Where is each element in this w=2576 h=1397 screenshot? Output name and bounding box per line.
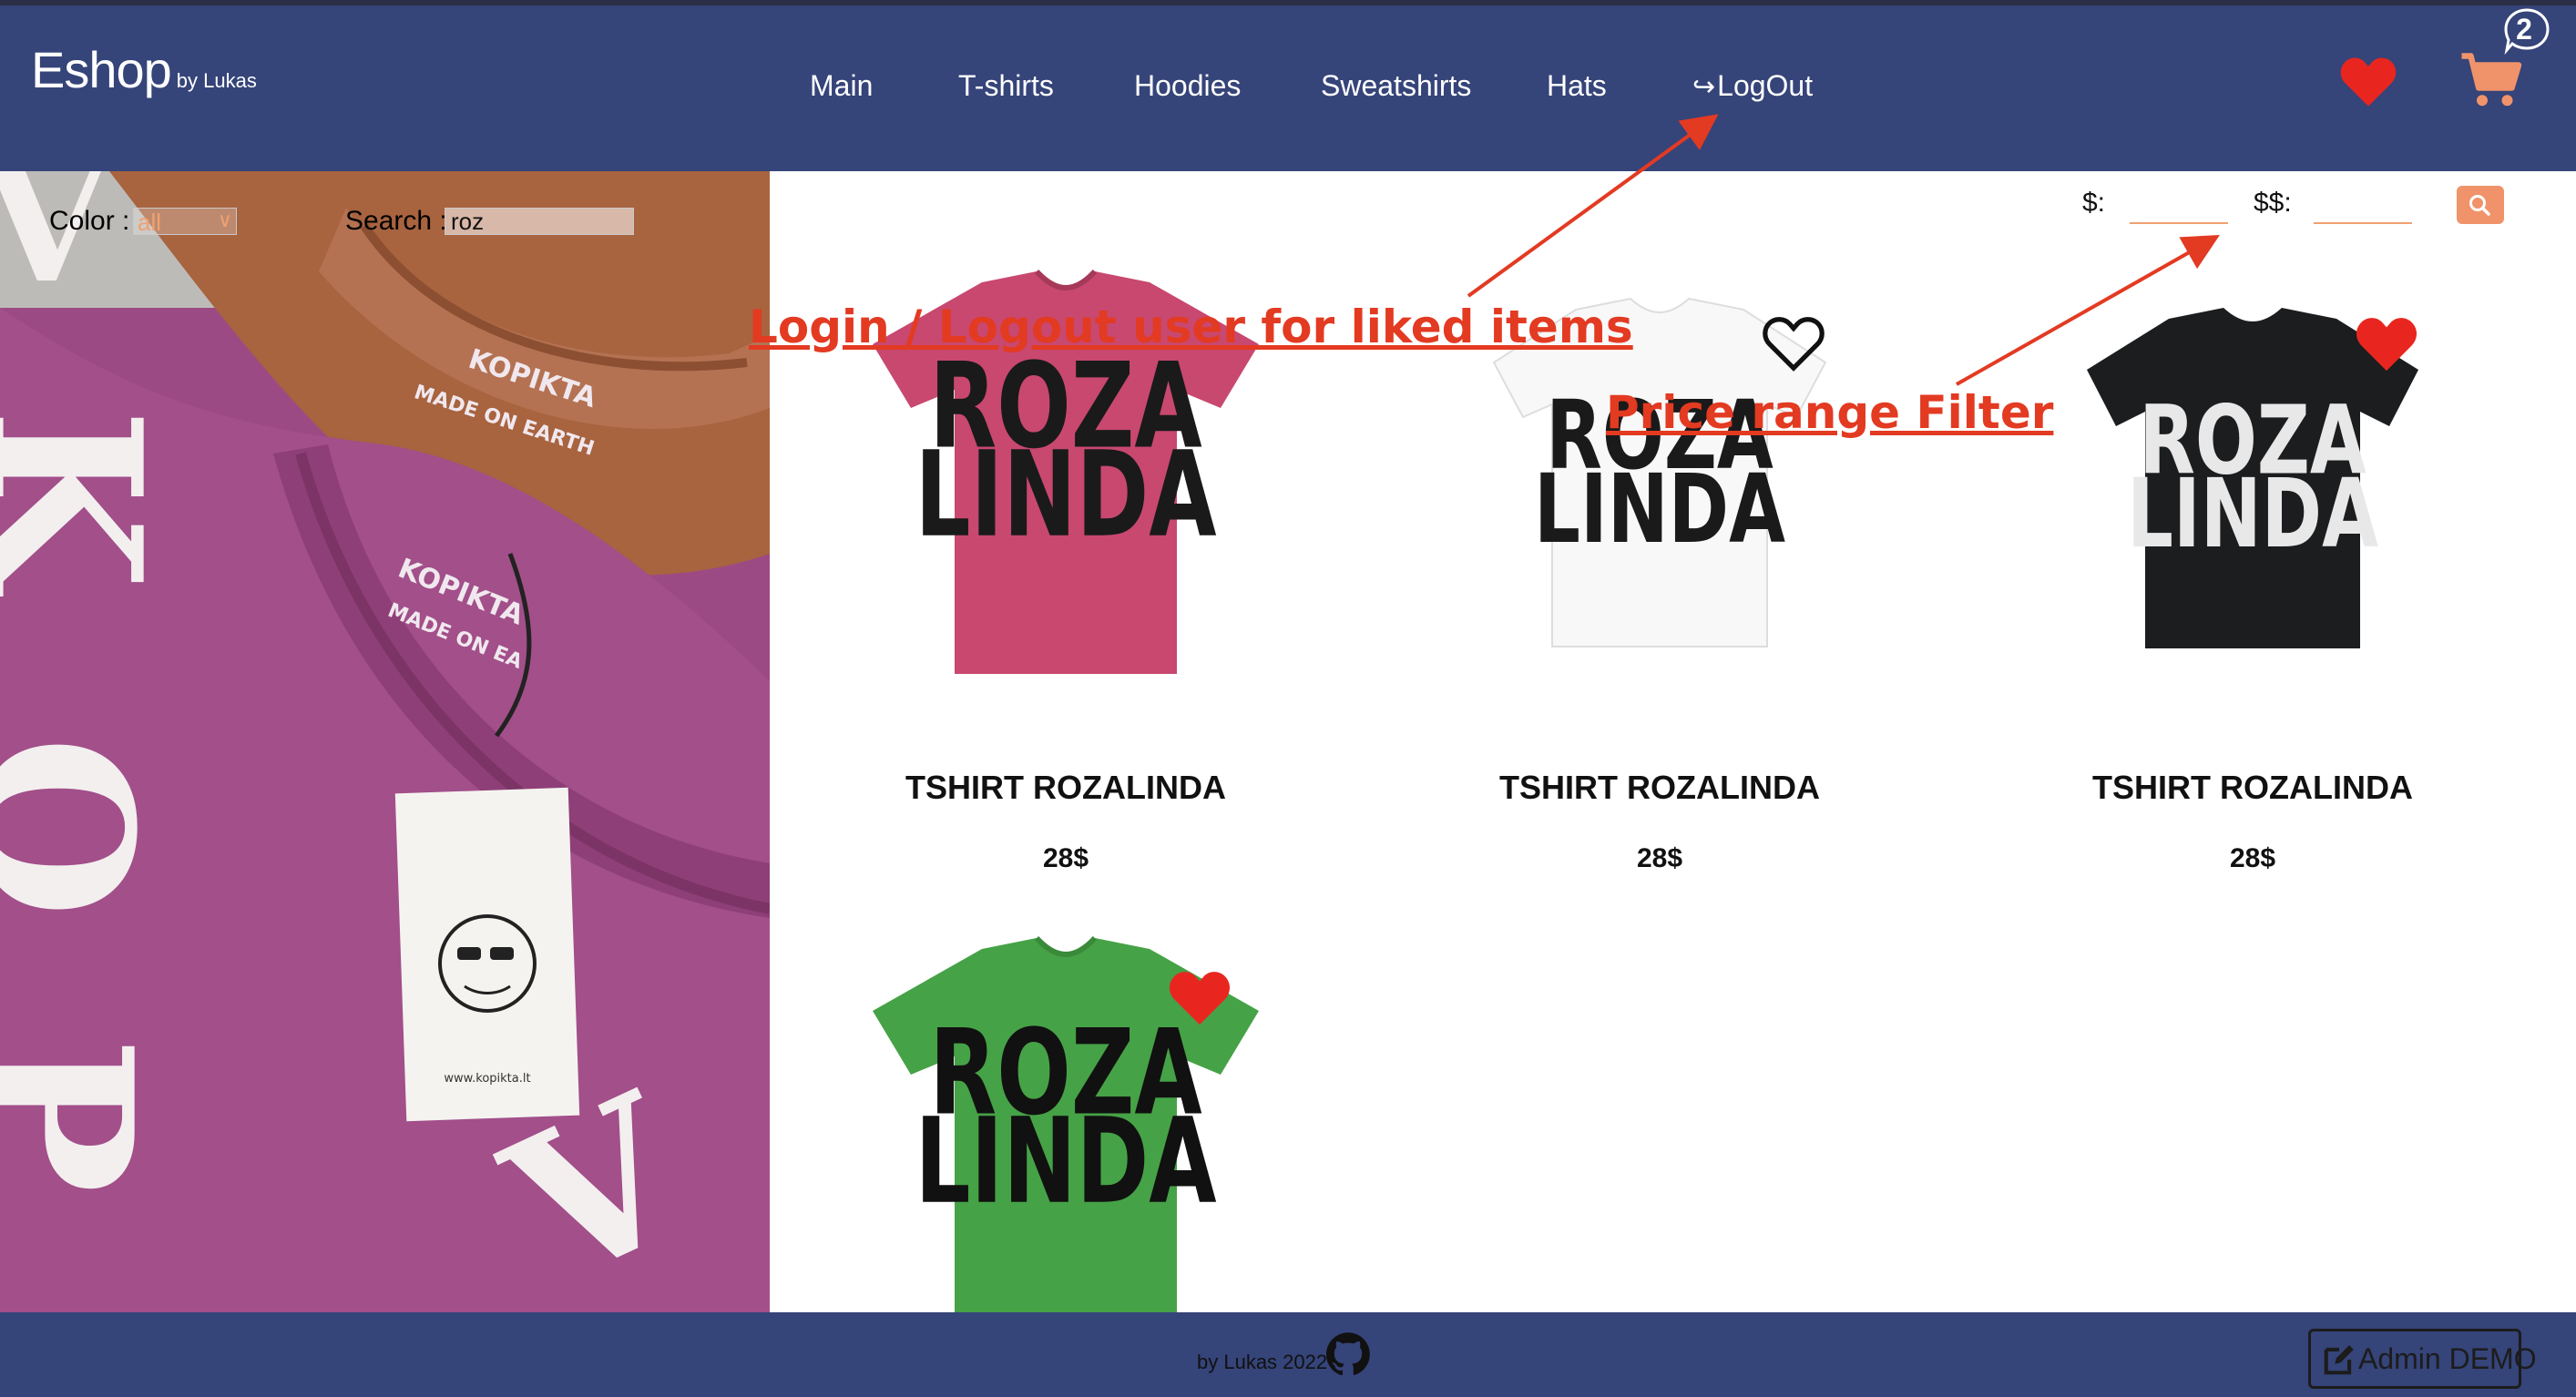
tag-url: www.kopikta.lt xyxy=(444,1072,530,1086)
price-search-button[interactable] xyxy=(2457,186,2504,224)
color-select[interactable]: all ∨ xyxy=(133,208,237,236)
main-nav: Main T-shirts Hoodies Sweatshirts Hats ↪… xyxy=(0,69,2576,115)
product-price: 28$ xyxy=(2229,843,2276,873)
footer-credit: by Lukas 2022 xyxy=(1197,1351,1328,1373)
admin-demo-label: Admin DEMO xyxy=(2358,1342,2537,1375)
color-label: Color : xyxy=(49,206,130,236)
max-price-input[interactable] xyxy=(2314,193,2412,224)
product-title[interactable]: TSHIRT ROZALINDA xyxy=(829,769,1303,807)
print-line: LINDA xyxy=(1534,454,1785,564)
cart-count: 2 xyxy=(2516,13,2532,46)
nav-sweatshirts[interactable]: Sweatshirts xyxy=(1321,69,1471,103)
nav-logout-label: LogOut xyxy=(1717,69,1814,102)
like-filled-heart-icon[interactable] xyxy=(1168,969,1232,1027)
print-line: LINDA xyxy=(915,425,1216,563)
product-card[interactable]: ROZA LINDA xyxy=(829,929,1303,1312)
product-price: 28$ xyxy=(1042,843,1089,873)
nav-hoodies[interactable]: Hoodies xyxy=(1134,69,1241,103)
heart-icon[interactable] xyxy=(2339,55,2397,109)
svg-text:P: P xyxy=(0,1036,178,1194)
search-input[interactable] xyxy=(445,208,634,235)
like-outline-heart-icon[interactable] xyxy=(1762,315,1825,373)
search-label: Search : xyxy=(345,206,447,236)
chevron-down-icon: ∨ xyxy=(217,209,232,231)
filter-bar: Color : all ∨ Search : xyxy=(0,171,770,253)
product-image[interactable]: ROZA LINDA xyxy=(2016,262,2489,699)
search-icon xyxy=(2469,195,2490,216)
print-line: LINDA xyxy=(2127,459,2378,569)
like-filled-heart-icon[interactable] xyxy=(2355,315,2418,373)
admin-demo-button[interactable]: Admin DEMO xyxy=(2308,1329,2537,1389)
nav-hats[interactable]: Hats xyxy=(1547,69,1607,103)
nav-logout[interactable]: ↪LogOut xyxy=(1692,69,1813,103)
svg-text:O: O xyxy=(0,736,178,918)
nav-main[interactable]: Main xyxy=(810,69,873,103)
product-price: 28$ xyxy=(1636,843,1683,873)
product-title[interactable]: TSHIRT ROZALINDA xyxy=(1423,769,1896,807)
shopping-cart-icon[interactable] xyxy=(2459,51,2523,111)
product-title[interactable]: TSHIRT ROZALINDA xyxy=(2016,769,2489,807)
svg-text:K: K xyxy=(0,408,187,597)
product-image[interactable]: ROZA LINDA xyxy=(829,929,1303,1312)
max-price-label: $$: xyxy=(2254,188,2292,218)
min-price-label: $: xyxy=(2082,188,2106,218)
annotation-login: Login / Logout user for liked items xyxy=(749,301,1633,353)
github-icon[interactable] xyxy=(1326,1331,1370,1375)
annotation-price-filter: Price range Filter xyxy=(1606,386,2054,439)
hero-image: V K O P V KOPIKTA MADE ON EARTH KOPIKTA … xyxy=(0,171,770,1312)
sign-out-icon: ↪ xyxy=(1692,72,1716,102)
site-header: Eshop by Lukas Main T-shirts Hoodies Swea… xyxy=(0,5,2576,171)
min-price-input[interactable] xyxy=(2130,193,2228,224)
color-select-value: all xyxy=(138,209,162,236)
edit-icon xyxy=(2324,1345,2354,1375)
print-line: LINDA xyxy=(915,1092,1216,1229)
nav-tshirts[interactable]: T-shirts xyxy=(958,69,1054,103)
